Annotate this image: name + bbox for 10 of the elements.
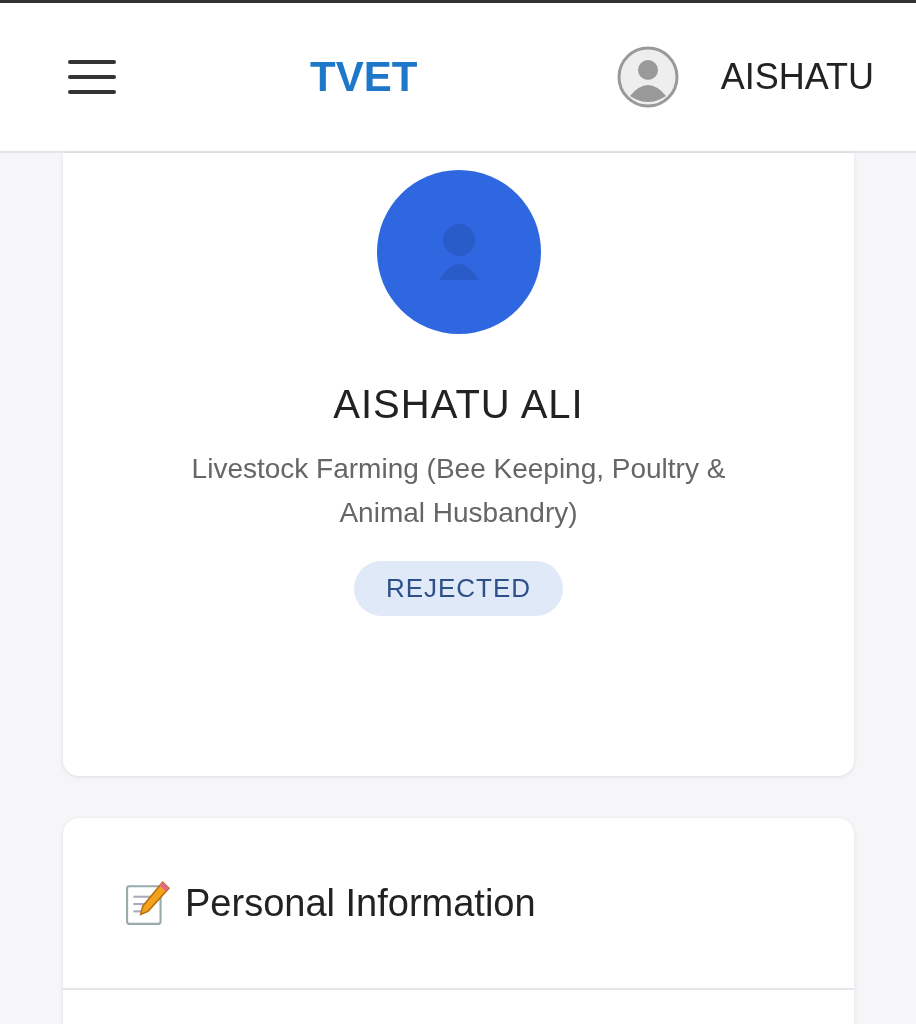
logo[interactable]: TVET (310, 53, 418, 101)
program-text: Livestock Farming (Bee Keeping, Poultry & Animal Husbandry) (190, 452, 727, 530)
user-name[interactable]: AISHATU (720, 56, 874, 98)
section-title[interactable]: Personal Information (185, 881, 536, 925)
profile-name: AISHATU ALI (333, 382, 584, 427)
menu-icon[interactable] (68, 60, 116, 94)
status-badge: REJECTED (353, 561, 564, 616)
user-avatar-icon[interactable] (616, 46, 679, 108)
avatar-icon (376, 170, 541, 334)
memo-icon (125, 880, 171, 926)
